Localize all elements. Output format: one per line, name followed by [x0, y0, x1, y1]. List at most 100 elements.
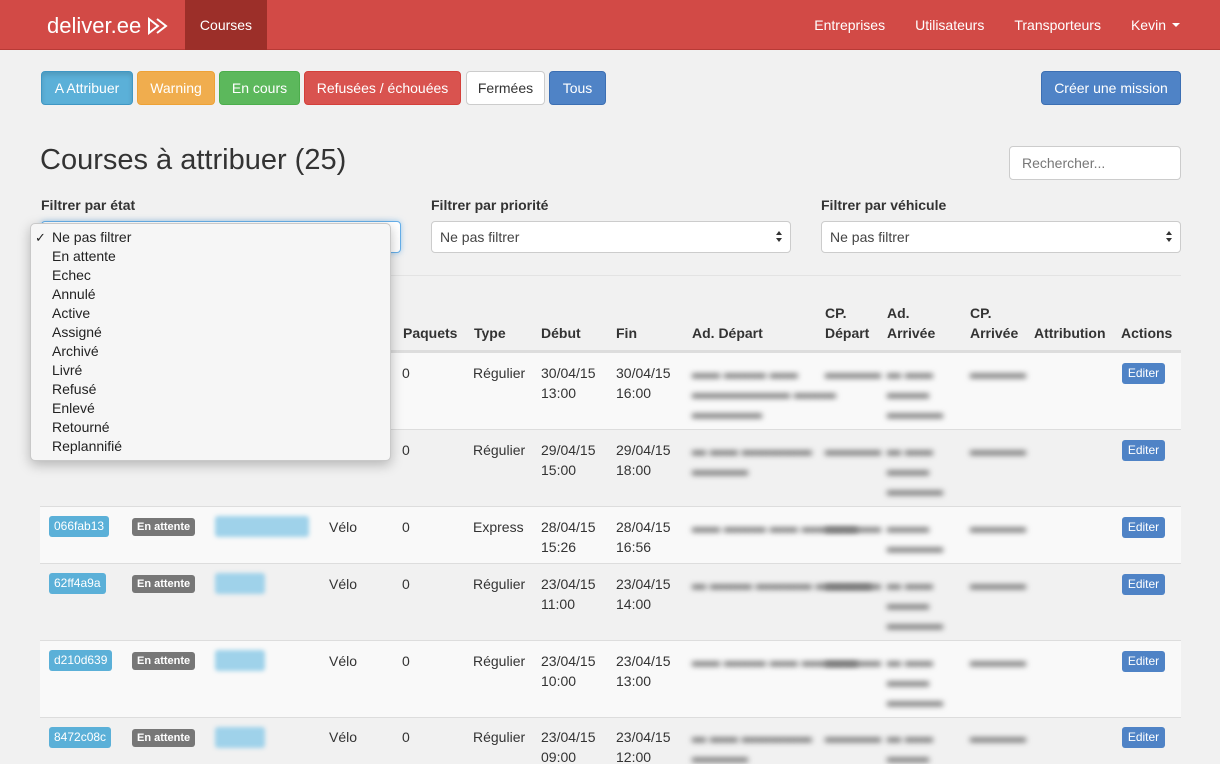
th-ad-depart: Ad. Départ [692, 325, 763, 341]
edit-button[interactable]: Editer [1122, 440, 1165, 461]
dropdown-option[interactable]: Livré [31, 361, 390, 380]
cell-cp-depart-redacted: ▬▬▬▬ [825, 519, 881, 535]
filter-tous-button[interactable]: Tous [549, 71, 606, 105]
cell-fin-time: 13:00 [616, 673, 652, 689]
nav-courses[interactable]: Courses [185, 0, 267, 50]
cell-debut: 23/04/15 09:00 [541, 727, 596, 764]
edit-button[interactable]: Editer [1122, 517, 1165, 538]
filter-etat-label: Filtrer par état [41, 197, 136, 213]
page-title: Courses à attribuer (25) [40, 144, 347, 176]
cell-debut-date: 23/04/15 [541, 729, 596, 745]
dropdown-option[interactable]: Echec [31, 266, 390, 285]
edit-button[interactable]: Editer [1122, 574, 1165, 595]
filter-en-cours-button[interactable]: En cours [219, 71, 300, 105]
cell-debut-time: 13:00 [541, 385, 577, 401]
dropdown-option[interactable]: En attente [31, 247, 390, 266]
navbar: deliver.ee Courses Entreprises Utilisate… [0, 0, 1220, 50]
cell-fin-time: 14:00 [616, 596, 652, 612]
nav-utilisateurs[interactable]: Utilisateurs [915, 17, 984, 33]
nav-entreprises[interactable]: Entreprises [814, 17, 885, 33]
filter-warning-button[interactable]: Warning [137, 71, 215, 105]
dropdown-option[interactable]: Active [31, 304, 390, 323]
course-id-badge[interactable]: d210d639 [49, 650, 113, 671]
redacted-badge [215, 650, 265, 671]
dropdown-option[interactable]: Replannifié [31, 437, 390, 456]
cell-debut-date: 28/04/15 [541, 519, 596, 535]
filter-priorite-label: Filtrer par priorité [431, 197, 549, 213]
th-ad-arrivee-line1: Ad. [887, 305, 910, 321]
edit-button[interactable]: Editer [1122, 651, 1165, 672]
cell-debut: 29/04/15 15:00 [541, 440, 596, 480]
th-cp-depart-line1: CP. [825, 305, 847, 321]
th-cp-depart-line2: Départ [825, 325, 870, 341]
table-row: 8472c08c En attente Vélo 0 Régulier 23/0… [40, 717, 1181, 764]
cell-cp-arrivee-redacted: ▬▬▬▬ [970, 365, 1026, 381]
cell-cp-arrivee-redacted: ▬▬▬▬ [970, 653, 1026, 669]
course-id-badge[interactable]: 8472c08c [49, 727, 112, 748]
redacted-badge [215, 573, 265, 594]
dropdown-option[interactable]: Refusé [31, 380, 390, 399]
cell-debut-time: 09:00 [541, 749, 577, 764]
dropdown-option[interactable]: Annulé [31, 285, 390, 304]
cell-debut-date: 23/04/15 [541, 576, 596, 592]
cell-debut-date: 29/04/15 [541, 442, 596, 458]
cell-paquets: 0 [402, 729, 410, 745]
filter-attribuer-button[interactable]: A Attribuer [41, 71, 133, 105]
th-cp-arrivee: CP. Arrivée [970, 303, 1018, 343]
cell-debut: 30/04/15 13:00 [541, 363, 596, 403]
cell-debut: 23/04/15 10:00 [541, 651, 596, 691]
cell-cp-depart-redacted: ▬▬▬▬ [825, 653, 881, 669]
edit-button[interactable]: Editer [1122, 727, 1165, 748]
cell-type: Régulier [473, 442, 526, 458]
cell-debut-time: 15:26 [541, 539, 577, 555]
checkmark-icon: ✓ [35, 230, 46, 245]
th-ad-arrivee: Ad. Arrivée [887, 303, 935, 343]
filter-priorite-select[interactable]: Ne pas filtrer [431, 221, 791, 253]
cell-ad-arrivee-redacted: ▬▬▬ ▬▬▬▬ [887, 519, 943, 555]
select-arrows-icon [1166, 230, 1174, 244]
cell-fin: 30/04/15 16:00 [616, 363, 671, 403]
dropdown-option[interactable]: Retourné [31, 418, 390, 437]
cell-fin: 29/04/15 18:00 [616, 440, 671, 480]
filter-vehicule-label: Filtrer par véhicule [821, 197, 947, 213]
th-cp-arrivee-line1: CP. [970, 305, 992, 321]
dropdown-option[interactable]: ✓ Ne pas filtrer [31, 228, 390, 247]
th-cp-arrivee-line2: Arrivée [970, 325, 1019, 341]
dropdown-option-label: Ne pas filtrer [52, 229, 132, 245]
course-id-badge[interactable]: 62ff4a9a [49, 573, 106, 594]
cell-cp-depart-redacted: ▬▬▬▬ [825, 442, 881, 458]
dropdown-option[interactable]: Enlevé [31, 399, 390, 418]
filter-refusees-button[interactable]: Refusées / échouées [304, 71, 461, 105]
dropdown-option[interactable]: Archivé [31, 342, 390, 361]
cell-ad-arrivee-redacted: ▬ ▬▬ ▬▬▬ [887, 729, 933, 764]
filter-vehicule-value: Ne pas filtrer [830, 229, 910, 245]
dropdown-option[interactable]: Assigné [31, 323, 390, 342]
table-row: 62ff4a9a En attente Vélo 0 Régulier 23/0… [40, 563, 1181, 640]
edit-button[interactable]: Editer [1122, 363, 1165, 384]
cell-paquets: 0 [402, 576, 410, 592]
status-badge: En attente [132, 518, 196, 536]
redacted-badge [215, 727, 265, 748]
caret-down-icon [1172, 23, 1180, 27]
cell-cp-depart-redacted: ▬▬▬▬ [825, 365, 881, 381]
th-paquets: Paquets [403, 325, 458, 341]
cell-type: Régulier [473, 653, 526, 669]
filter-fermees-button[interactable]: Fermées [466, 71, 545, 105]
nav-transporteurs[interactable]: Transporteurs [1014, 17, 1101, 33]
filter-etat-dropdown: ✓ Ne pas filtrer En attente Echec Annulé … [30, 223, 391, 461]
th-fin: Fin [616, 325, 637, 341]
cell-cp-depart-redacted: ▬▬▬▬ [825, 576, 881, 592]
status-badge: En attente [132, 729, 196, 747]
create-mission-button[interactable]: Créer une mission [1041, 71, 1181, 105]
cell-ad-depart-redacted: ▬ ▬▬ ▬▬▬▬▬ ▬▬▬▬ [692, 442, 812, 478]
brand-logo[interactable]: deliver.ee [47, 13, 169, 39]
course-id-badge[interactable]: 066fab13 [49, 516, 110, 537]
cell-fin-date: 30/04/15 [616, 365, 671, 381]
play-logo-icon [148, 17, 168, 35]
user-menu[interactable]: Kevin [1131, 17, 1180, 33]
select-arrows-icon [776, 230, 784, 244]
search-input[interactable] [1009, 146, 1181, 180]
filter-vehicule-select[interactable]: Ne pas filtrer [821, 221, 1181, 253]
cell-ad-arrivee-redacted: ▬ ▬▬ ▬▬▬ ▬▬▬▬ [887, 442, 943, 498]
cell-type: Express [473, 519, 524, 535]
